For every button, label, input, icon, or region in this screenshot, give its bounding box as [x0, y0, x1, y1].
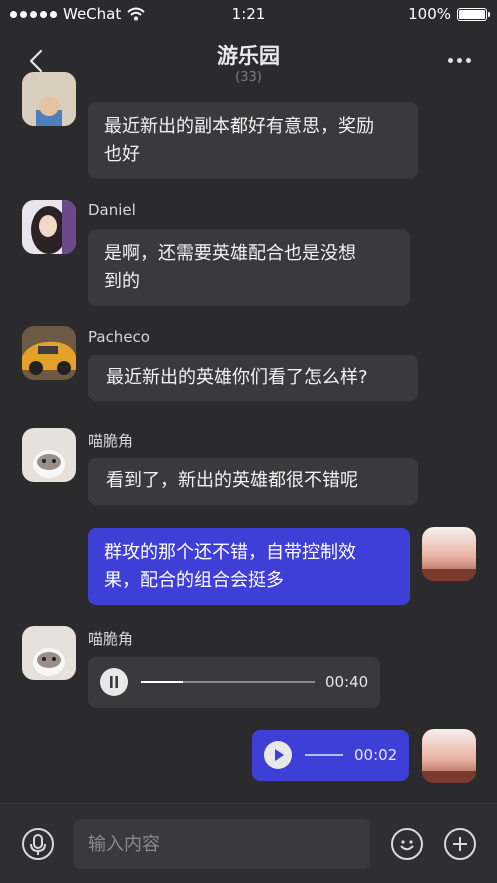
message-bubble[interactable]: 最近新出的副本都好有意思，奖励 也好: [88, 102, 418, 179]
voice-progress-track[interactable]: [305, 754, 343, 756]
message-bubble[interactable]: 是啊，还需要英雄配合也是没想 到的: [88, 229, 410, 306]
sender-name: Pacheco: [88, 328, 150, 346]
voice-progress-fill: [141, 681, 183, 683]
status-bar: WeChat 1:21 100%: [0, 0, 497, 28]
more-dots-icon[interactable]: [448, 58, 471, 63]
avatar[interactable]: [22, 72, 76, 126]
voice-duration: 00:40: [325, 673, 369, 691]
voice-message-mine[interactable]: 00:02: [252, 730, 409, 781]
input-bar: [0, 803, 497, 883]
chat-title: 游乐园: [217, 44, 280, 68]
voice-duration: 00:02: [354, 746, 398, 764]
message-bubble[interactable]: 看到了，新出的英雄都很不错呢: [88, 458, 418, 505]
pause-icon[interactable]: [100, 668, 128, 696]
voice-message[interactable]: 00:40: [88, 657, 380, 708]
avatar[interactable]: [22, 626, 76, 680]
message-line: 到的: [104, 271, 140, 292]
message-line: 果，配合的组合会挺多: [104, 570, 284, 591]
avatar[interactable]: [22, 200, 76, 254]
message-line: 看到了，新出的英雄都很不错呢: [106, 470, 358, 491]
sender-name: 喵脆角: [88, 630, 134, 648]
message-line: 也好: [104, 144, 140, 165]
avatar[interactable]: [422, 527, 476, 581]
battery-icon: [457, 7, 490, 21]
message-bubble-mine[interactable]: 群攻的那个还不错，自带控制效 果，配合的组合会挺多: [88, 528, 410, 605]
message-line: 最近新出的英雄你们看了怎么样?: [106, 367, 368, 388]
message-bubble[interactable]: 最近新出的英雄你们看了怎么样?: [88, 355, 418, 401]
avatar[interactable]: [22, 428, 76, 482]
sender-name: 喵脆角: [88, 432, 134, 450]
microphone-icon[interactable]: [22, 828, 54, 860]
message-input[interactable]: [74, 819, 370, 869]
voice-progress-track[interactable]: [141, 681, 315, 683]
play-icon[interactable]: [264, 741, 292, 769]
avatar[interactable]: [22, 326, 76, 380]
battery-percent: 100%: [408, 5, 451, 23]
smiley-icon[interactable]: [391, 828, 423, 860]
status-right: 100%: [408, 5, 490, 23]
avatar[interactable]: [422, 729, 476, 783]
message-line: 群攻的那个还不错，自带控制效: [104, 542, 356, 563]
sender-name: Daniel: [88, 201, 136, 219]
plus-icon[interactable]: [444, 828, 476, 860]
message-line: 是啊，还需要英雄配合也是没想: [104, 243, 356, 264]
message-line: 最近新出的副本都好有意思，奖励: [104, 116, 374, 137]
